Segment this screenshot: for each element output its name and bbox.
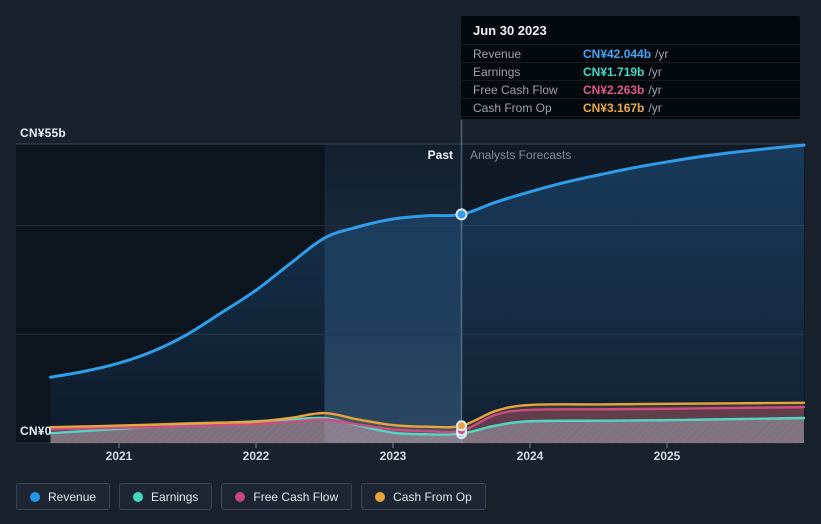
tooltip-value: CN¥2.263b	[583, 82, 645, 97]
tooltip-suffix: /yr	[655, 46, 669, 61]
earnings-dot-icon	[133, 491, 144, 502]
free-cash-flow-dot-icon	[235, 491, 246, 502]
legend-label: Free Cash Flow	[253, 489, 339, 504]
x-axis-tick-label: 2021	[105, 449, 133, 463]
legend-item-free-cash-flow[interactable]: Free Cash Flow	[221, 483, 353, 510]
tooltip-suffix: /yr	[648, 100, 662, 115]
tooltip-value: CN¥42.044b	[583, 46, 652, 61]
tooltip-value: CN¥3.167b	[583, 100, 645, 115]
y-axis-zero-label: CN¥0	[20, 424, 52, 438]
legend-label: Revenue	[48, 489, 97, 504]
legend-label: Earnings	[151, 489, 199, 504]
chart-tooltip: Jun 30 2023 Revenue CN¥42.044b /yr Earni…	[461, 16, 800, 119]
tooltip-suffix: /yr	[648, 82, 662, 97]
x-axis-tick-label: 2025	[653, 449, 681, 463]
tooltip-row-free-cash-flow: Free Cash Flow CN¥2.263b /yr	[461, 81, 800, 99]
tooltip-date: Jun 30 2023	[461, 16, 800, 45]
tooltip-row-revenue: Revenue CN¥42.044b /yr	[461, 45, 800, 63]
tooltip-label: Earnings	[473, 64, 521, 79]
legend-label: Cash From Op	[393, 489, 472, 504]
cash-from-op-dot-icon	[375, 491, 386, 502]
analysts-forecasts-zone-label: Analysts Forecasts	[470, 148, 572, 162]
tooltip-label: Cash From Op	[473, 100, 552, 115]
legend-item-revenue[interactable]: Revenue	[16, 483, 111, 510]
tooltip-label: Revenue	[473, 46, 522, 61]
legend-item-earnings[interactable]: Earnings	[119, 483, 213, 510]
earnings-revenue-growth-chart: CN¥55b CN¥0 Past Analysts Forecasts 2021…	[0, 0, 821, 524]
y-axis-max-label: CN¥55b	[20, 126, 66, 140]
past-zone-label: Past	[427, 148, 453, 162]
tooltip-row-earnings: Earnings CN¥1.719b /yr	[461, 63, 800, 81]
x-axis-tick-label: 2022	[242, 449, 270, 463]
legend-item-cash-from-op[interactable]: Cash From Op	[361, 483, 486, 510]
tooltip-label: Free Cash Flow	[473, 82, 558, 97]
tooltip-row-cash-from-op: Cash From Op CN¥3.167b /yr	[461, 99, 800, 117]
chart-legend: Revenue Earnings Free Cash Flow Cash Fro…	[16, 483, 486, 510]
x-axis-tick-label: 2024	[516, 449, 544, 463]
x-axis-tick-label: 2023	[379, 449, 407, 463]
tooltip-suffix: /yr	[648, 64, 662, 79]
revenue-dot-icon	[30, 491, 40, 502]
tooltip-value: CN¥1.719b	[583, 64, 645, 79]
